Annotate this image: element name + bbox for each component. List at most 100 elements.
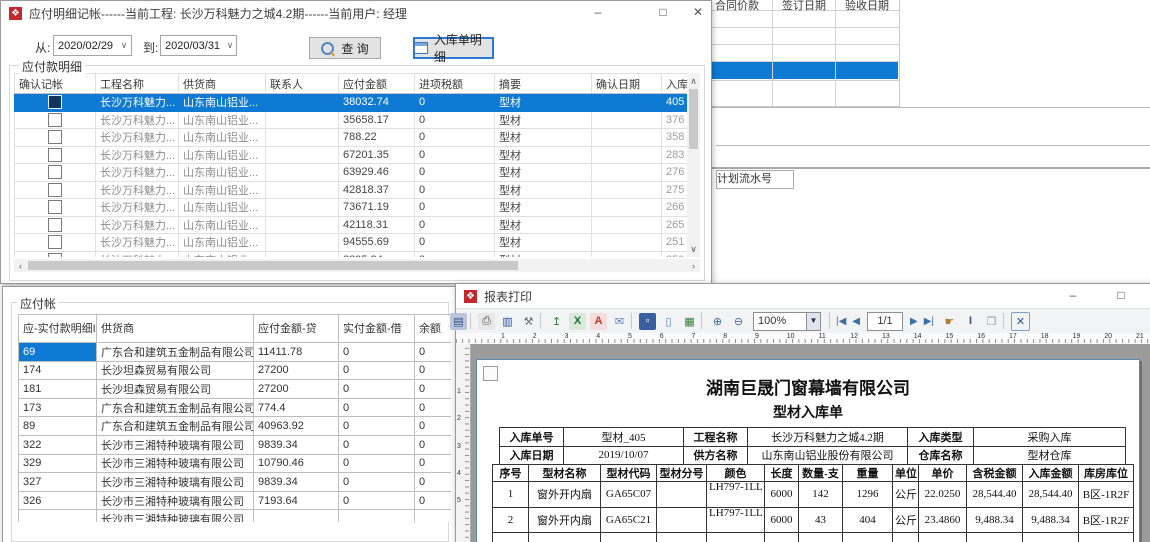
book-icon[interactable]: ▥	[499, 313, 516, 330]
first-page-icon[interactable]: |◀	[836, 316, 846, 327]
confirm-checkbox[interactable]	[48, 200, 62, 214]
prev-page-icon[interactable]: ◀	[852, 316, 860, 327]
payable-account-row[interactable]: 69广东合和建筑五金制品有限公司11411.7800	[19, 343, 452, 362]
payable-detail-row[interactable]: 长沙万科魅力...山东南山铝业...94555.690型材251	[15, 234, 688, 252]
payable-account-row[interactable]: 长沙市三湘特种玻璃有限公司	[19, 510, 452, 522]
confirm-checkbox[interactable]	[48, 95, 62, 109]
confirm-checkbox[interactable]	[48, 113, 62, 127]
payable-account-row[interactable]: 322长沙市三湘特种玻璃有限公司9839.3400	[19, 435, 452, 454]
column-header[interactable]: 供货商	[97, 315, 254, 343]
grid-icon[interactable]: ▦	[681, 313, 698, 330]
vertical-scrollbar[interactable]: ∧ ∨	[687, 73, 700, 257]
payable-account-row[interactable]: 326长沙市三湘特种玻璃有限公司7193.6400	[19, 491, 452, 510]
table-header-row[interactable]: 应-实付款明细ID供货商应付金额-贷实付金额-借余额	[19, 315, 452, 343]
confirm-checkbox[interactable]	[48, 218, 62, 232]
close-button[interactable]: ✕	[689, 4, 707, 22]
column-header[interactable]: 供货商	[179, 74, 266, 94]
scrollbar-thumb[interactable]	[689, 89, 698, 149]
hand-tool-icon[interactable]: ☛	[941, 313, 958, 330]
maximize-button[interactable]: □	[654, 4, 672, 22]
column-header[interactable]: 确认记帐	[15, 74, 96, 94]
payable-detail-row[interactable]: 长沙万科魅力...山东南山铝业...788.220型材358	[15, 129, 688, 147]
zoom-in-icon[interactable]: ⊕	[709, 313, 726, 330]
column-header[interactable]: 入库	[662, 74, 688, 94]
column-header[interactable]: 应付金额	[339, 74, 415, 94]
text-select-icon[interactable]: I	[962, 313, 979, 330]
detail-column-header: 单位	[893, 465, 919, 482]
column-header[interactable]: 确认日期	[592, 74, 662, 94]
excel-icon[interactable]: X	[569, 313, 586, 330]
save-icon[interactable]: ▫	[639, 313, 656, 330]
column-header[interactable]: 工程名称	[96, 74, 179, 94]
cell-payable: 774.4	[254, 398, 339, 417]
payable-account-row[interactable]: 327长沙市三湘特种玻璃有限公司9839.3400	[19, 473, 452, 492]
column-header[interactable]: 联系人	[266, 74, 339, 94]
payable-detail-row[interactable]: 长沙万科魅力...山东南山铝业...67201.350型材283	[15, 146, 688, 164]
scroll-right-icon[interactable]: ›	[687, 260, 700, 272]
last-page-icon[interactable]: ▶|	[924, 316, 934, 327]
cell-paid: 0	[339, 491, 415, 510]
mail-icon[interactable]: ✉	[611, 313, 628, 330]
payable-account-row[interactable]: 173广东合和建筑五金制品有限公司774.400	[19, 398, 452, 417]
export-icon[interactable]: ↥	[548, 313, 565, 330]
payable-detail-row[interactable]: 长沙万科魅力...山东南山铝业...63929.460型材276	[15, 164, 688, 182]
confirm-checkbox[interactable]	[48, 165, 62, 179]
query-button[interactable]: 查 询	[309, 37, 381, 59]
scrollbar-thumb[interactable]	[28, 261, 518, 270]
payable-account-row[interactable]: 181长沙坦森贸易有限公司2720000	[19, 380, 452, 399]
scroll-left-icon[interactable]: ‹	[14, 260, 27, 272]
inbound-detail-button[interactable]: 入库单明细	[413, 37, 494, 59]
payable-detail-row[interactable]: 长沙万科魅力...山东南山铝业...42118.310型材265	[15, 216, 688, 234]
from-date-combo[interactable]: 2020/02/29∨	[53, 35, 132, 56]
next-page-icon[interactable]: ▶	[910, 316, 918, 327]
detail-column-header: 入库金额	[1023, 465, 1079, 482]
confirm-checkbox[interactable]	[48, 183, 62, 197]
page-number-field[interactable]: 1/1	[867, 312, 903, 331]
payable-detail-row[interactable]: 长沙万科魅力...山东南山铝业...42818.370型材275	[15, 181, 688, 199]
column-header[interactable]: 应-实付款明细ID	[19, 315, 97, 343]
detail-column-header: 型材代码	[601, 465, 657, 482]
cell-tax: 0	[415, 181, 495, 199]
zoom-out-icon[interactable]: ⊖	[730, 313, 747, 330]
payable-detail-titlebar[interactable]: ❖ 应付明细记帐------当前工程: 长沙万科魅力之城4.2期------当前…	[1, 1, 711, 25]
payable-detail-row[interactable]: 长沙万科魅力...山东南山铝业...73671.190型材266	[15, 199, 688, 217]
confirm-checkbox[interactable]	[48, 130, 62, 144]
payable-detail-row[interactable]: 长沙万科魅力...山东南山铝业...38032.740型材405	[15, 94, 688, 112]
column-header[interactable]: 摘要	[495, 74, 592, 94]
horizontal-scrollbar[interactable]: ‹ ›	[14, 259, 700, 272]
copy-icon[interactable]: ❐	[983, 313, 1000, 330]
scroll-down-icon[interactable]: ∨	[687, 243, 700, 255]
close-preview-icon[interactable]: ✕	[1011, 312, 1030, 331]
minimize-button[interactable]: –	[1064, 287, 1082, 305]
confirm-checkbox[interactable]	[48, 235, 62, 249]
scroll-up-icon[interactable]: ∧	[687, 75, 700, 87]
page-icon[interactable]: ▯	[660, 313, 677, 330]
column-header[interactable]: 余额	[415, 315, 452, 343]
minimize-button[interactable]: –	[589, 4, 607, 22]
column-header[interactable]: 实付金额-借	[339, 315, 415, 343]
cell-amount: 35658.17	[339, 111, 415, 129]
payable-account-row[interactable]: 174长沙坦森贸易有限公司2720000	[19, 361, 452, 380]
pdf-icon[interactable]: A	[590, 313, 607, 330]
print-preview-area[interactable]: 12345 湖南巨晟门窗幕墙有限公司 型材入库单 入库单号型材_405工程名称长…	[456, 344, 1150, 542]
confirm-checkbox[interactable]	[48, 148, 62, 162]
payable-account-row[interactable]: 329长沙市三湘特种玻璃有限公司10790.4600	[19, 454, 452, 473]
column-header[interactable]: 应付金额-贷	[254, 315, 339, 343]
print-icon[interactable]: ⎙	[478, 313, 495, 330]
payable-detail-row[interactable]: 长沙万科魅力...山东南山铝业...35658.170型材376	[15, 111, 688, 129]
panel-icon[interactable]: ▤	[450, 313, 467, 330]
payable-detail-row[interactable]: 长沙万科魅力...山东南山铝业...3895.840型材250	[15, 251, 688, 257]
maximize-button[interactable]: □	[1112, 287, 1130, 305]
report-print-titlebar[interactable]: ❖ 报表打印 – □ ✕	[456, 284, 1150, 308]
zoom-level-combo[interactable]: 100% ▼	[753, 312, 821, 331]
info-label: 入库单号	[500, 428, 564, 447]
confirm-checkbox[interactable]	[48, 253, 62, 257]
plan-serial-field[interactable]: 计划流水号	[716, 170, 794, 189]
table-header-row[interactable]: 确认记帐工程名称供货商联系人应付金额进项税额摘要确认日期入库	[15, 74, 688, 94]
close-button[interactable]: ✕	[1145, 287, 1150, 305]
cell-supplier: 广东合和建筑五金制品有限公司	[97, 398, 254, 417]
to-date-combo[interactable]: 2020/03/31∨	[160, 35, 237, 56]
payable-account-row[interactable]: 89广东合和建筑五金制品有限公司40963.9200	[19, 417, 452, 436]
column-header[interactable]: 进项税额	[415, 74, 495, 94]
tools-icon[interactable]: ⚒	[520, 313, 537, 330]
